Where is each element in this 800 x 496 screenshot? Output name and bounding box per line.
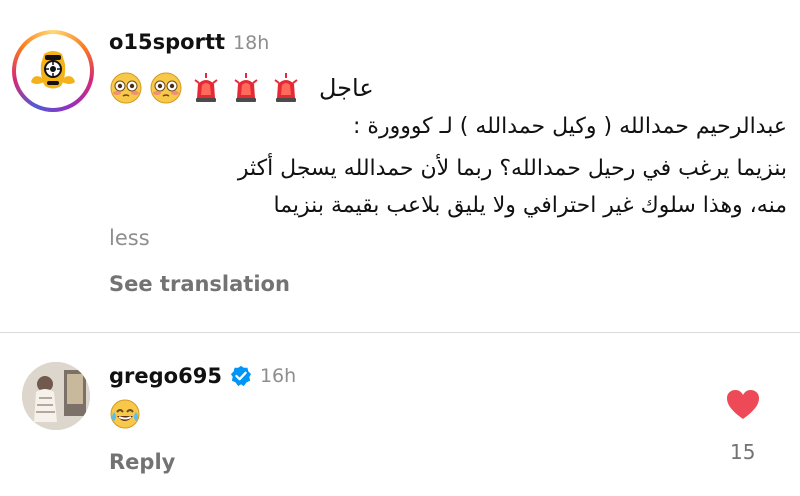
comment-text-line-2: بنزيما يرغب في رحيل حمدالله؟ ربما لأن حم… (237, 156, 787, 181)
police-light-emoji-icon (189, 71, 223, 105)
comment-header: o15sportt 18h (109, 30, 269, 54)
face-with-tears-of-joy-emoji-icon (109, 398, 141, 430)
urgent-text: عاجل (319, 74, 374, 102)
police-light-emoji-icon (229, 71, 263, 105)
reply-username-link[interactable]: grego695 (109, 364, 222, 388)
comment-time: 18h (233, 32, 270, 54)
reply-user-avatar[interactable] (22, 362, 90, 430)
show-less-link[interactable]: less (109, 226, 150, 250)
verified-badge-icon (230, 365, 252, 387)
sport-logo-avatar-icon (25, 43, 81, 99)
username-link[interactable]: o15sportt (109, 30, 225, 54)
comment-divider (0, 332, 800, 333)
flushed-face-emoji-icon (109, 71, 143, 105)
profile-avatar-story-ring[interactable] (12, 30, 94, 112)
reply-button[interactable]: Reply (109, 450, 175, 474)
heart-like-icon[interactable] (725, 388, 761, 422)
emoji-line: عاجل (109, 68, 389, 108)
reply-time: 16h (259, 365, 297, 387)
police-light-emoji-icon (269, 71, 303, 105)
profile-avatar[interactable] (16, 34, 90, 108)
like-count: 15 (730, 440, 756, 464)
comment-text-line-3: منه، وهذا سلوك غير احترافي ولا يليق بلاع… (273, 193, 788, 218)
comment-post: o15sportt 18h عاجل عبدالرحيم حمدالله ( و… (0, 0, 800, 332)
see-translation-button[interactable]: See translation (109, 272, 290, 296)
flushed-face-emoji-icon (149, 71, 183, 105)
reply-user-photo-icon (22, 362, 90, 430)
comment-text-line-1: عبدالرحيم حمدالله ( وكيل حمدالله ) لـ كو… (353, 114, 787, 139)
reply-header: grego695 16h (109, 364, 296, 388)
